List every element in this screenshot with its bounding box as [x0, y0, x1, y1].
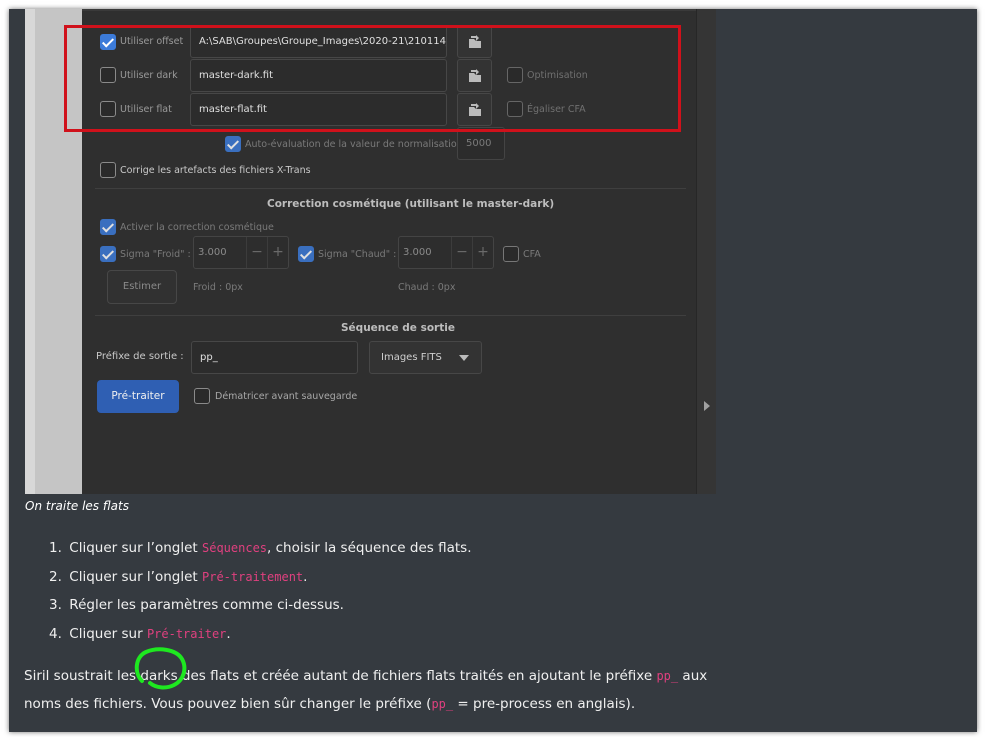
panel-divider[interactable]	[696, 9, 716, 494]
article-frame: Utiliser offset A:\SAB\Groupes\Groupe_Im…	[9, 9, 977, 732]
sigma-cold-stepper[interactable]: 3.000 − +	[193, 236, 289, 269]
inline-code: Pré-traitement	[202, 569, 304, 584]
auto-eval-label: Auto-évaluation de la valeur de normalis…	[245, 139, 463, 150]
inline-code: pp_	[431, 697, 454, 711]
minus-icon[interactable]: −	[246, 237, 267, 268]
image-caption: On traite les flats	[25, 499, 129, 513]
list-item: 4. Cliquer sur Pré-traiter.	[49, 625, 231, 642]
list-item: 1. Cliquer sur l’onglet Séquences, chois…	[49, 540, 472, 556]
sigma-hot-stepper[interactable]: 3.000 − +	[398, 236, 494, 269]
auto-eval-checkbox[interactable]	[225, 136, 241, 152]
minus-icon[interactable]: −	[451, 237, 472, 268]
list-item: 3. Régler les paramètres comme ci-dessus…	[49, 597, 344, 613]
expand-arrow-icon[interactable]	[704, 401, 710, 411]
debayer-checkbox[interactable]	[194, 388, 210, 404]
inline-code: Séquences	[202, 541, 268, 555]
debayer-label: Dématricer avant sauvegarde	[215, 391, 358, 402]
activate-cosmetic-label: Activer la correction cosmétique	[120, 222, 274, 233]
inline-code: pp_	[656, 669, 679, 683]
sigma-cold-checkbox[interactable]	[100, 246, 116, 262]
output-format-value: Images FITS	[381, 352, 442, 363]
xtrans-label: Corrige les artefacts des fichiers X-Tra…	[120, 165, 311, 176]
preprocess-button[interactable]: Pré-traiter	[97, 380, 179, 413]
sigma-hot-value: 3.000	[403, 247, 432, 258]
sigma-hot-label: Sigma "Chaud" :	[318, 249, 397, 260]
activate-cosmetic-checkbox[interactable]	[100, 219, 116, 235]
inline-code: Pré-traiter	[146, 626, 227, 641]
sigma-cold-label: Sigma "Froid" :	[120, 249, 191, 260]
output-prefix-label: Préfixe de sortie :	[96, 351, 184, 362]
chevron-down-icon	[459, 355, 469, 361]
sigma-cold-value: 3.000	[198, 247, 227, 258]
highlight-box	[64, 25, 681, 132]
cfa-label: CFA	[523, 249, 541, 260]
cfa-checkbox[interactable]	[503, 246, 519, 262]
cold-readout: Froid : 0px	[193, 282, 243, 293]
sigma-hot-checkbox[interactable]	[298, 246, 314, 262]
output-prefix-field[interactable]: pp_	[191, 341, 358, 374]
output-section-title: Séquence de sortie	[341, 322, 455, 334]
plus-icon[interactable]: +	[472, 237, 493, 268]
list-item: 2. Cliquer sur l’onglet Pré-traitement.	[49, 568, 308, 585]
plus-icon[interactable]: +	[267, 237, 288, 268]
output-format-select[interactable]: Images FITS	[369, 341, 482, 374]
estimate-button[interactable]: Estimer	[107, 270, 177, 304]
paragraph-line-1: Siril soustrait les darks des flats et c…	[24, 668, 708, 684]
green-circle-annotation	[134, 647, 187, 690]
paragraph-line-2: noms des fichiers. Vous pouvez bien sûr …	[24, 696, 636, 712]
steps-list: 1. Cliquer sur l’onglet Séquences, chois…	[49, 537, 471, 651]
hot-readout: Chaud : 0px	[398, 282, 456, 293]
xtrans-checkbox[interactable]	[100, 162, 116, 178]
cosmetic-section-title: Correction cosmétique (utilisant le mast…	[267, 198, 555, 210]
